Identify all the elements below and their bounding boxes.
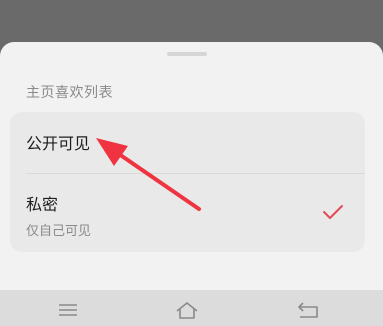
option-private-sublabel: 仅自己可见 <box>26 224 92 239</box>
section-title: 主页喜欢列表 <box>26 85 113 101</box>
drag-handle[interactable] <box>167 52 207 56</box>
option-private[interactable]: 私密 仅自己可见 <box>10 174 365 252</box>
dimmed-background[interactable] <box>0 0 383 44</box>
home-icon <box>176 302 198 319</box>
menu-icon <box>59 304 77 316</box>
nav-back-button[interactable] <box>296 300 320 320</box>
back-icon <box>298 302 318 318</box>
options-card: 公开可见 私密 仅自己可见 <box>10 112 365 252</box>
option-public-label: 公开可见 <box>26 134 91 153</box>
system-navigation-bar <box>0 290 383 326</box>
nav-menu-button[interactable] <box>56 300 80 320</box>
visibility-bottom-sheet: 主页喜欢列表 公开可见 私密 仅自己可见 <box>0 42 383 290</box>
option-private-label: 私密 <box>26 195 59 214</box>
checkmark-icon <box>323 205 343 219</box>
option-public[interactable]: 公开可见 <box>10 112 365 174</box>
nav-home-button[interactable] <box>175 300 199 320</box>
